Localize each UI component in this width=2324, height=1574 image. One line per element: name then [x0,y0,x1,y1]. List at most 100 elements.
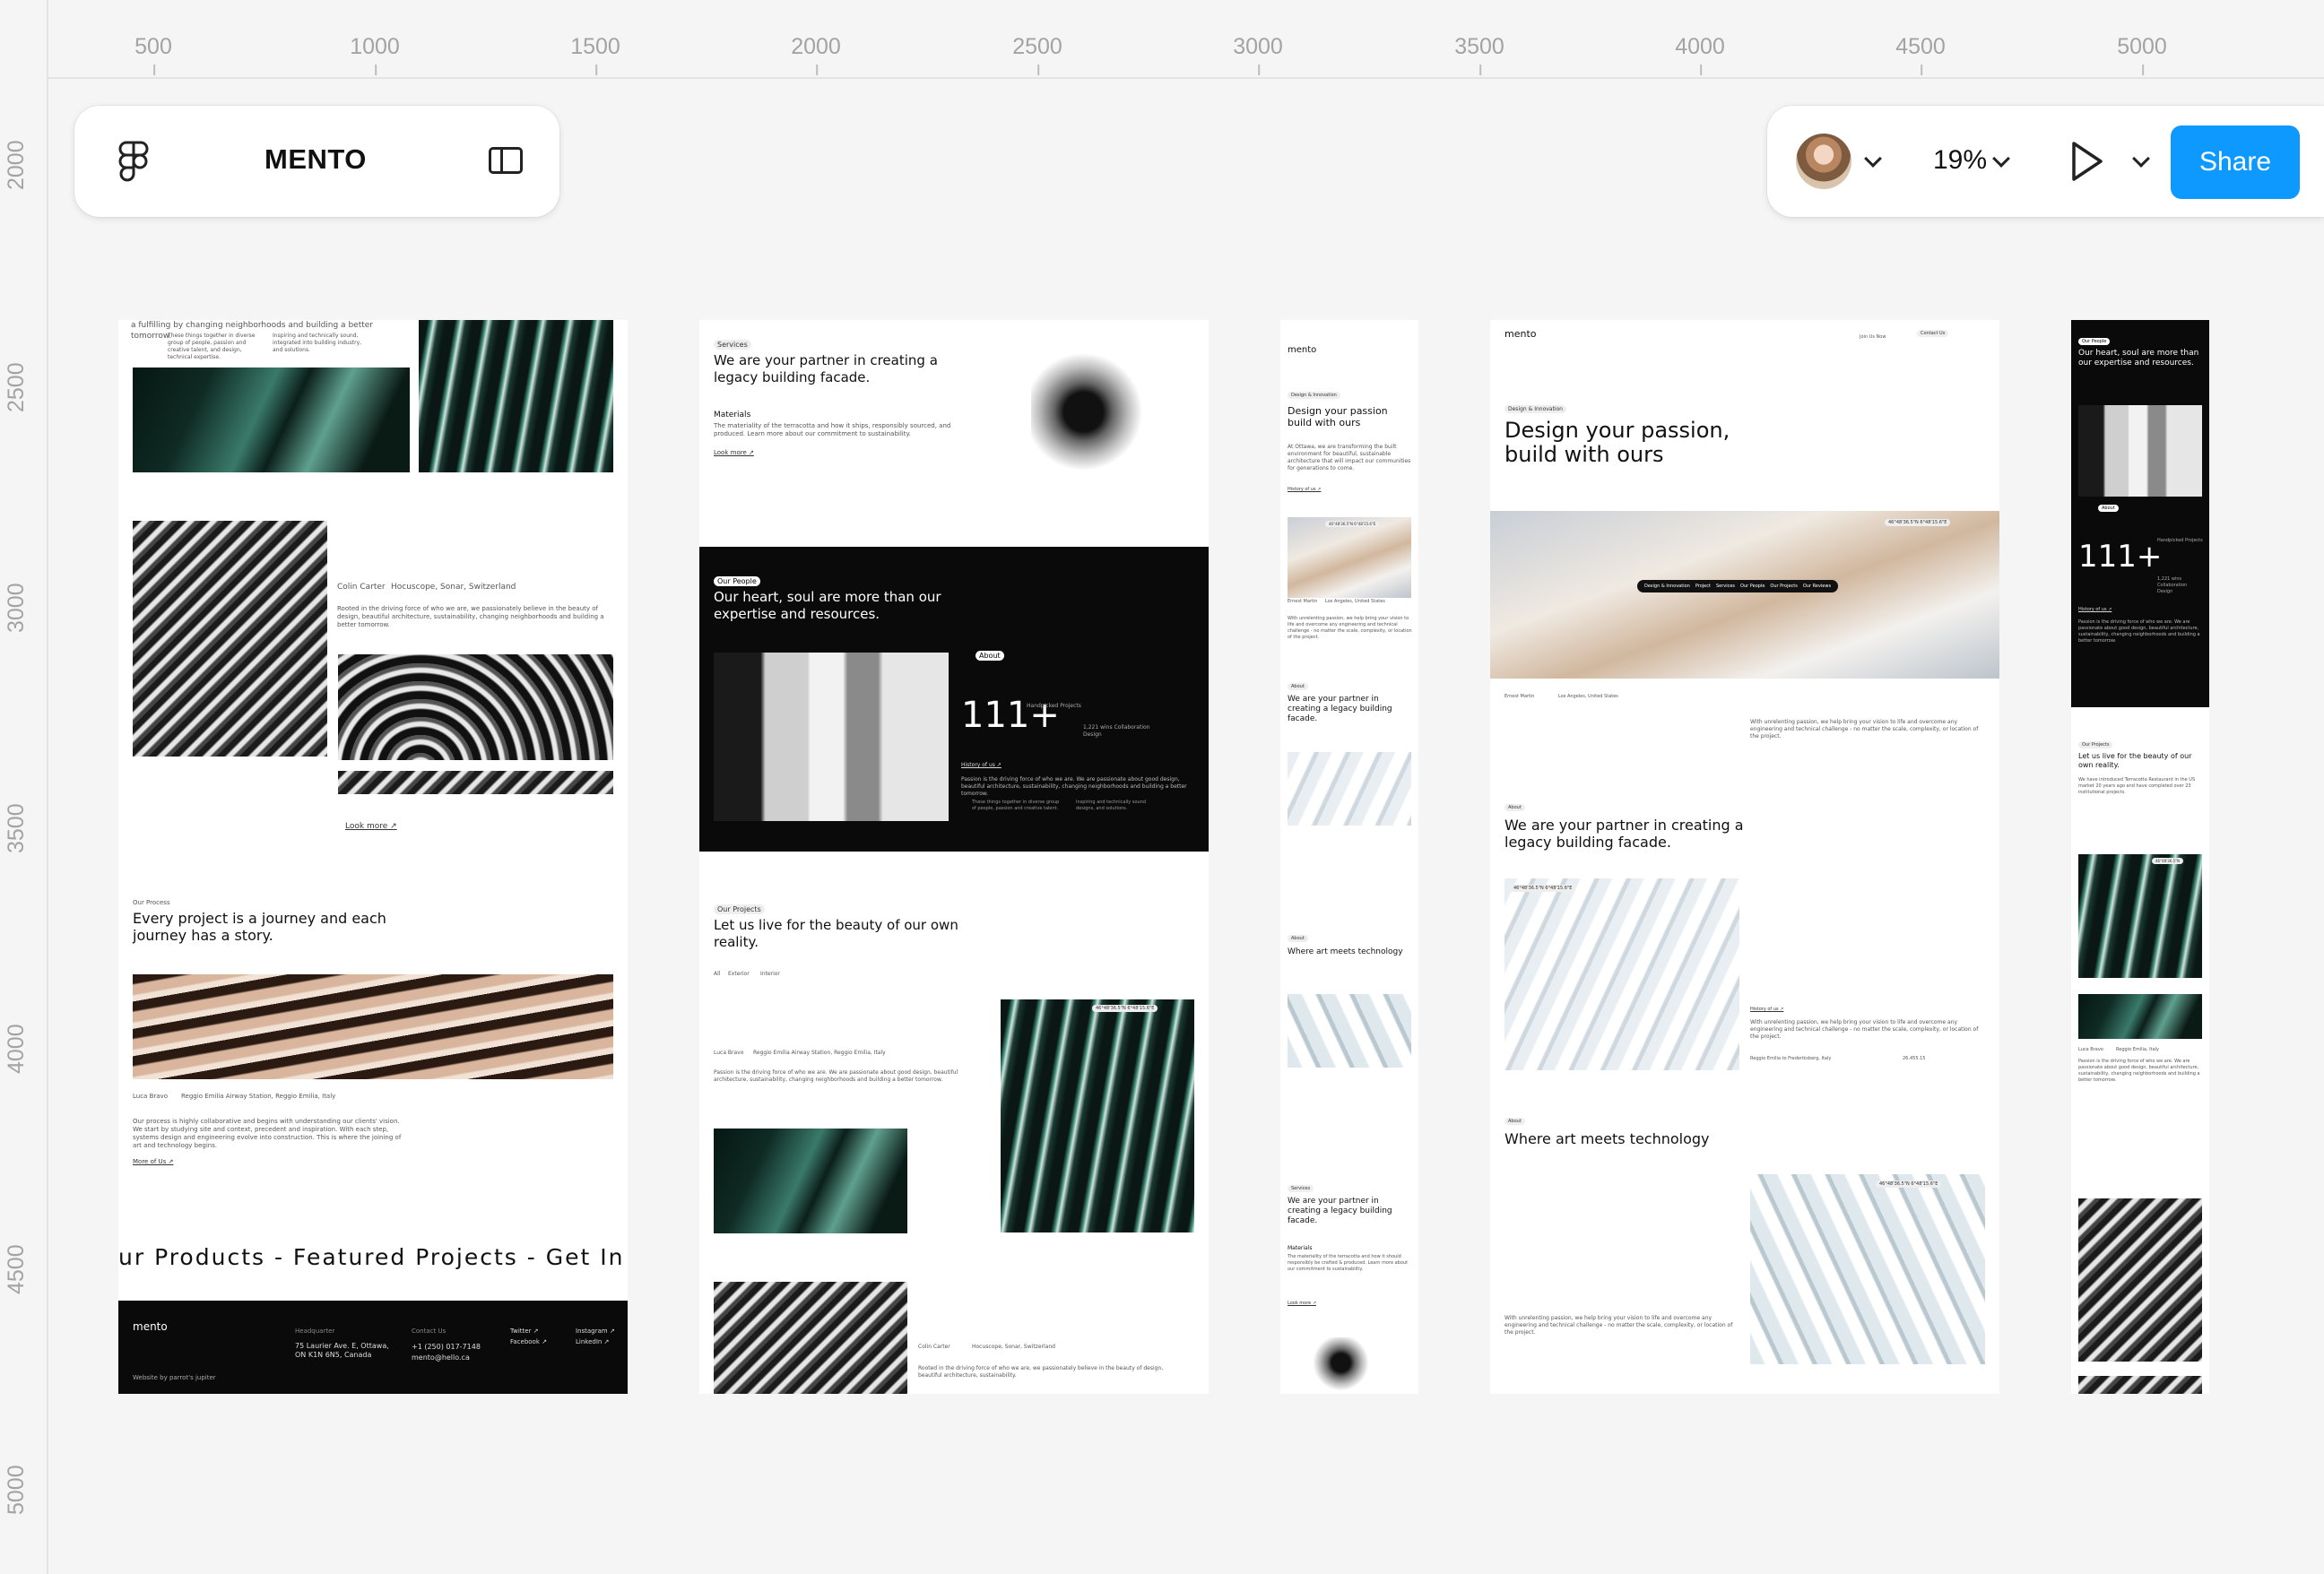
social-link[interactable]: Twitter ↗ [510,1326,539,1336]
stat-caption: Handpicked Projects [1027,703,1081,709]
chevron-down-icon[interactable] [1992,150,2010,168]
credit-location: Los Angeles, United States [1558,694,1618,699]
category-pill[interactable]: Design & Innovation [1644,581,1690,592]
ruler-tick-x: 2000 [791,34,841,75]
category-pill[interactable]: Our Projects [1770,581,1797,592]
section-tag: About [1505,804,1525,811]
section-tag: Services [1288,1185,1314,1192]
about-pill[interactable]: About [2098,505,2119,512]
category-pill[interactable]: Services [1716,581,1735,592]
history-link[interactable]: History of us ↗ [1288,487,1321,492]
curve-facade-image [338,654,613,760]
green-facade-image [419,320,613,472]
people-section: Our People Our heart, soul are more than… [2071,320,2209,707]
zoom-level[interactable]: 19% [1933,145,1987,176]
contact-pill[interactable]: Contact Us [1917,330,1949,337]
play-icon[interactable] [2069,140,2105,183]
coordinate-badge: 46°48'36.5"N 6°48'15.6"E [1510,885,1576,892]
category-pill[interactable]: Project [1695,581,1711,592]
facade-strip-image [2078,1376,2202,1394]
section-text: Rooted in the driving force of who we ar… [918,1365,1164,1379]
social-link[interactable]: Facebook ↗ [510,1336,547,1347]
ruler-tick-x: 3000 [1233,34,1283,75]
category-pill[interactable]: Our Reviews [1803,581,1831,592]
share-button[interactable]: Share [2171,125,2300,199]
credit-location: Reggio Emilia Airway Station, Reggio Emi… [753,1050,886,1056]
frame-mobile-people[interactable]: Our People Our heart, soul are more than… [2071,320,2209,1394]
chevron-down-icon[interactable] [2132,150,2150,168]
coordinate-badge: 46°48'36.5"N [2152,858,2184,864]
about-pill[interactable]: About [976,651,1004,661]
frame-caption: These things together in diverse group o… [168,333,256,360]
look-more-link[interactable]: Look more ↗ [1288,1301,1316,1306]
sub-title: Materials [1288,1245,1313,1251]
footer-logo[interactable]: mento [133,1319,168,1336]
section-title: Design your passion, build with ours [1505,418,1730,467]
section-title: We are your partner in creating a legacy… [1288,1197,1392,1225]
history-link[interactable]: History of us ↗ [1750,1007,1783,1012]
social-link[interactable]: LinkedIn ↗ [576,1336,609,1347]
section-text: Passion is the driving force of who we a… [714,1069,958,1083]
ruler-tick-y: 3000 [4,583,29,633]
address-code: 26.455.15 [1903,1056,1926,1061]
footer-address: 75 Laurier Ave. E, Ottawa, ON K1N 6N5, C… [295,1342,389,1359]
section-title: Let us live for the beauty of our own re… [2078,752,2192,769]
credit-name: Ernest Martin [1288,599,1318,604]
credit-name: Luca Bravo [714,1050,744,1056]
look-more-link[interactable]: Look more ↗ [345,822,397,831]
marquee-text: ur Products - Featured Projects - Get In [118,1244,625,1270]
file-title[interactable]: MENTO [264,143,367,176]
frame-tablet-home[interactable]: mento Join Us Now Contact Us Design & In… [1490,320,1999,1394]
green-facade-image [133,368,410,472]
people-section: Our People Our heart, soul are more than… [699,547,1209,852]
filter-tab[interactable]: Interior [760,969,780,980]
ruler-tick-y: 4500 [4,1244,29,1294]
section-text: With unrelenting passion, we help bring … [1505,1315,1733,1336]
history-link[interactable]: History of us ↗ [2078,607,2112,612]
site-footer: mento Headquarter 75 Laurier Ave. E, Ott… [118,1301,628,1394]
section-title: Where art meets technology [1288,947,1403,956]
frame-mobile-home[interactable]: mento Design & Innovation Design your pa… [1280,320,1418,1394]
social-link[interactable]: Instagram ↗ [576,1326,615,1336]
section-text: Passion is the driving force of who we a… [961,776,1187,797]
history-link[interactable]: History of us ↗ [961,762,1002,768]
section-tag: About [1288,935,1308,942]
chevron-down-icon[interactable] [1864,150,1882,168]
address-text: Reggio Emilia to Frederiksberg, Italy [1750,1056,1832,1061]
frame-caption: Inspiring and technically sound, integra… [273,333,362,353]
section-title: We are your partner in creating a legacy… [714,352,938,385]
share-toolbar: 19% Share [1767,106,2324,217]
facade-strip-image [338,771,613,794]
category-pill[interactable]: Our People [1740,581,1765,592]
section-text: With unrelenting passion, we help bring … [1750,1019,1979,1040]
nav-link[interactable]: Join Us Now [1860,332,1886,342]
look-more-link[interactable]: Look more ↗ [714,449,754,456]
frame-logo[interactable]: mento [1505,329,1537,340]
sub-text: The materiality of the terracotta and ho… [714,422,951,437]
ruler-tick-y: 2000 [4,140,29,190]
footer-phone[interactable]: +1 (250) 017-7148 [412,1342,481,1353]
ruler-tick-x: 5000 [2117,34,2167,75]
footer-email[interactable]: mento@hello.ca [412,1353,470,1363]
sub-title: Materials [714,411,751,419]
frame-logo[interactable]: mento [1288,345,1316,356]
more-link[interactable]: More of Us ↗ [133,1158,173,1165]
ruler-tick-x: 4500 [1895,34,1946,75]
user-avatar[interactable] [1796,134,1851,189]
frame-desktop-services[interactable]: Services We are your partner in creating… [699,320,1209,1394]
credit-name: Luca Bravo [133,1093,168,1100]
stat-sub: 1,221 wins Collaboration Design [1083,724,1150,738]
sidebar-toggle-icon[interactable] [489,147,523,174]
white-facade-image [1288,994,1411,1068]
section-title: We are your partner in creating a legacy… [1505,817,1744,851]
credit-location: Hocuscope, Sonar, Switzerland [391,583,516,592]
ruler-tick-y: 2500 [4,362,29,412]
green-facade-image [1001,999,1194,1232]
frame-desktop-home[interactable]: a fulfilling by changing neighborhoods a… [118,320,628,1394]
filter-tab[interactable]: All [714,969,720,980]
credit-name: Ernest Martin [1505,694,1535,699]
stat-caption: Handpicked Projects [2157,538,2203,543]
white-facade-image [1505,878,1739,1070]
filter-tab[interactable]: Exterior [728,969,750,980]
figma-logo-icon[interactable] [116,140,152,185]
